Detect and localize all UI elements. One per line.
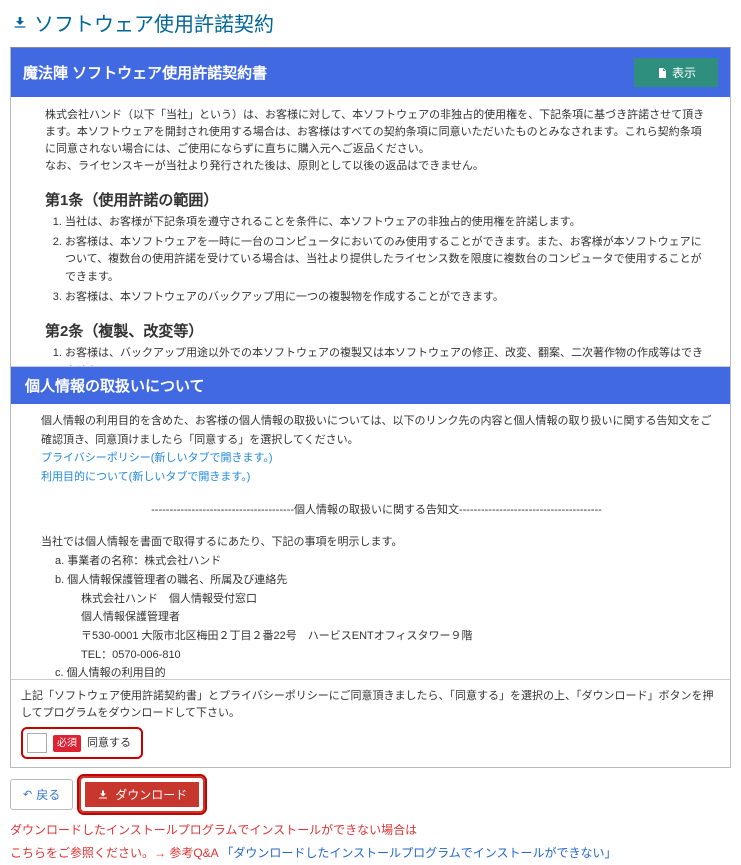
document-icon (656, 67, 668, 79)
qa-link[interactable]: 「ダウンロードしたインストールプログラムでインストールができない」 (221, 846, 616, 860)
license-title: 魔法陣 ソフトウェア使用許諾契約書 (23, 62, 267, 83)
item-b: b. 個人情報保護管理者の職名、所属及び連絡先 (41, 571, 712, 590)
warning-line-1: ダウンロードしたインストールプログラムでインストールができない場合は (0, 819, 741, 842)
main-panel: 魔法陣 ソフトウェア使用許諾契約書 表示 株式会社ハンド（以下「当社」という）は… (10, 47, 731, 768)
warning-line-2-pre: こちらをご参照ください。→ 参考Q&A (10, 846, 218, 860)
page-title-text: ソフトウェア使用許諾契約 (34, 8, 274, 37)
download-icon (12, 15, 28, 31)
list-item: 当社は、お客様が下記条項を遵守されることを条件に、本ソフトウェアの非独占的使用権… (65, 214, 712, 232)
privacy-header: 個人情報の取扱いについて (11, 367, 730, 404)
consent-row: 必須 同意する (21, 727, 143, 759)
page-title: ソフトウェア使用許諾契約 (0, 0, 741, 41)
item-c: c. 個人情報の利用目的 (41, 664, 712, 679)
back-button-label: 戻る (36, 786, 60, 803)
required-badge: 必須 (53, 735, 81, 752)
agree-checkbox[interactable] (27, 733, 47, 753)
license-scroll-area[interactable]: 株式会社ハンド（以下「当社」という）は、お客様に対して、本ソフトウェアの非独占的… (11, 97, 730, 367)
article1-title: 第1条（使用許諾の範囲） (45, 189, 712, 210)
download-icon (97, 789, 109, 801)
privacy-title: 個人情報の取扱いについて (25, 378, 205, 395)
display-button-label: 表示 (672, 64, 696, 81)
warning-line-2: こちらをご参照ください。→ 参考Q&A 「ダウンロードしたインストールプログラム… (0, 842, 741, 865)
article1-list: 当社は、お客様が下記条項を遵守されることを条件に、本ソフトウェアの非独占的使用権… (45, 214, 712, 306)
download-button[interactable]: ダウンロード (81, 778, 203, 811)
list-item: お客様は、本ソフトウェアを一時に一台のコンピュータにおいてのみ使用することができ… (65, 234, 712, 287)
line-b3: 〒530-0001 大阪市北区梅田２丁目２番22号 ハービスENTオフィスタワー… (41, 627, 712, 646)
list-item: お客様は、バックアップ用途以外での本ソフトウェアの複製又は本ソフトウェアの修正、… (65, 345, 712, 367)
display-button[interactable]: 表示 (634, 58, 718, 87)
license-header: 魔法陣 ソフトウェア使用許諾契約書 表示 (11, 48, 730, 97)
consent-text: 上記「ソフトウェア使用許諾契約書」とプライバシーポリシーにご同意頂きましたら、「… (21, 688, 720, 721)
consent-section: 上記「ソフトウェア使用許諾契約書」とプライバシーポリシーにご同意頂きましたら、「… (11, 679, 730, 767)
article2-title: 第2条（複製、改変等） (45, 320, 712, 341)
divider-text: ---------------------------------------個… (41, 501, 712, 520)
agree-label: 同意する (87, 735, 131, 752)
license-intro-2: なお、ライセンスキーが当社より発行された後は、原則として以後の返品はできません。 (45, 160, 484, 172)
purpose-link[interactable]: 利用目的について(新しいタブで開きます。) (41, 468, 712, 487)
back-button[interactable]: ↶ 戻る (10, 779, 73, 810)
article2-list: お客様は、バックアップ用途以外での本ソフトウェアの複製又は本ソフトウェアの修正、… (45, 345, 712, 367)
line-b4: TEL：0570-006-810 (41, 646, 712, 665)
arrow-left-icon: ↶ (23, 788, 32, 801)
line-b1: 株式会社ハンド 個人情報受付窓口 (41, 590, 712, 609)
list-item: お客様は、本ソフトウェアのバックアップ用に一つの複製物を作成することができます。 (65, 289, 712, 307)
privacy-policy-link[interactable]: プライバシーポリシー(新しいタブで開きます。) (41, 449, 712, 468)
line-b2: 個人情報保護管理者 (41, 608, 712, 627)
footer-actions: ↶ 戻る ダウンロード (0, 772, 741, 819)
privacy-body1: 当社では個人情報を書面で取得するにあたり、下記の事項を明示します。 (41, 533, 712, 552)
license-intro-1: 株式会社ハンド（以下「当社」という）は、お客様に対して、本ソフトウェアの非独占的… (45, 109, 704, 155)
privacy-intro: 個人情報の利用目的を含めた、お客様の個人情報の取扱いについては、以下のリンク先の… (41, 412, 712, 449)
item-a: a. 事業者の名称：株式会社ハンド (41, 552, 712, 571)
privacy-scroll-area[interactable]: 個人情報の利用目的を含めた、お客様の個人情報の取扱いについては、以下のリンク先の… (11, 404, 730, 679)
download-button-label: ダウンロード (115, 786, 187, 803)
license-intro: 株式会社ハンド（以下「当社」という）は、お客様に対して、本ソフトウェアの非独占的… (45, 107, 712, 175)
